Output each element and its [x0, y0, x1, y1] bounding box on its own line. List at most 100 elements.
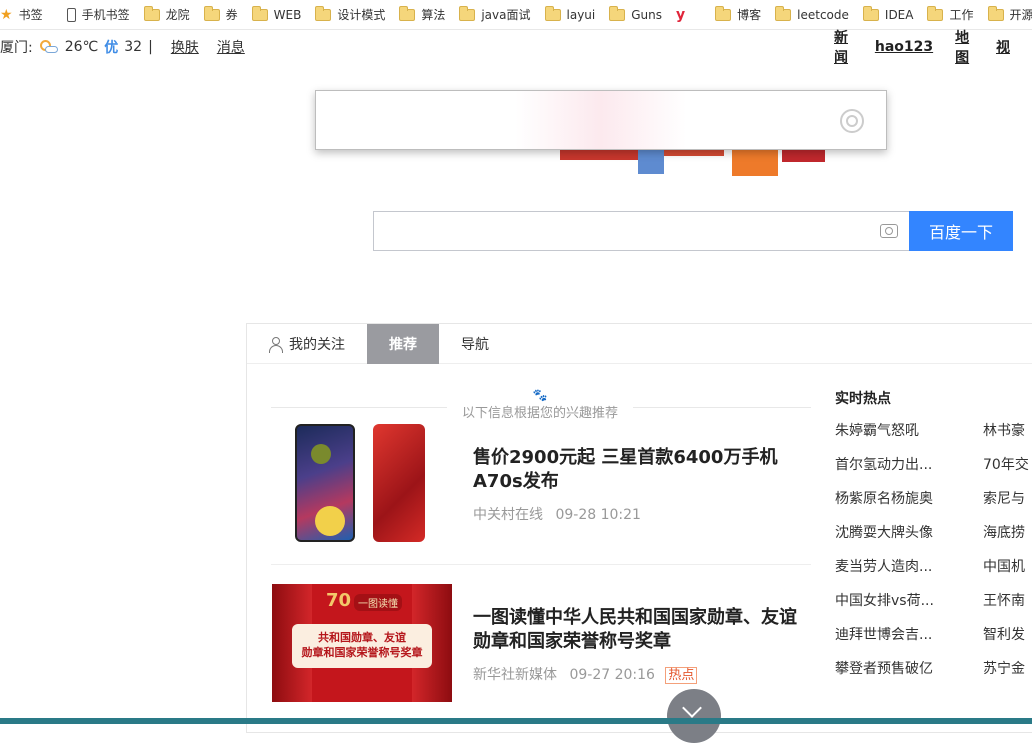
folder-icon	[715, 9, 731, 21]
hot-topic-item[interactable]: 海底捞	[983, 522, 1032, 541]
bookmark-item[interactable]: java面试	[459, 6, 530, 23]
nav-link-hao123[interactable]: hao123	[875, 39, 933, 55]
news-source: 新华社新媒体	[473, 667, 557, 683]
hot-topic-item[interactable]: 索尼与	[983, 488, 1032, 507]
image-banner: 共和国勋章、友谊 勋章和国家荣誉称号奖章	[292, 624, 432, 668]
weather-partly-cloudy-icon	[39, 39, 59, 55]
folder-icon	[252, 9, 268, 21]
hot-topic-item[interactable]: 王怀南	[983, 590, 1032, 609]
bookmark-label: 龙院	[166, 6, 190, 23]
nav-link-news[interactable]: 新闻	[834, 27, 853, 67]
camera-icon[interactable]	[880, 224, 898, 238]
hot-topic-item[interactable]: 中国机	[983, 556, 1032, 575]
search-input[interactable]	[373, 211, 910, 251]
hot-topic-item[interactable]: 林书豪	[983, 420, 1032, 439]
hot-topic-item[interactable]: 杨紫原名杨旎奥	[835, 488, 983, 507]
nav-link-video[interactable]: 视	[996, 37, 1010, 57]
bookmark-item[interactable]: y	[676, 7, 701, 23]
tab-my-follow[interactable]: 我的关注	[247, 324, 367, 364]
hot-tag: 热点	[665, 667, 697, 684]
tab-recommend[interactable]: 推荐	[367, 324, 439, 364]
bookmark-label: 券	[226, 6, 238, 23]
folder-icon	[775, 9, 791, 21]
news-time: 09-28 10:21	[555, 507, 640, 523]
bookmark-label: 工作	[949, 6, 973, 23]
search-button[interactable]: 百度一下	[909, 211, 1013, 251]
news-source: 中关村在线	[473, 507, 543, 523]
aqi-value: 32	[124, 39, 142, 55]
bookmark-item[interactable]: leetcode	[775, 8, 849, 22]
hot-topic-item[interactable]: 朱婷霸气怒吼	[835, 420, 983, 439]
hot-topic-item[interactable]: 首尔氢动力出...	[835, 454, 983, 473]
hot-topic-item[interactable]: 70年交	[983, 454, 1032, 473]
y-logo-icon: y	[676, 7, 685, 23]
hot-topic-item[interactable]: 攀登者预售破亿	[835, 658, 983, 677]
badge-tag: 一图读懂	[354, 594, 402, 611]
tab-bar: 我的关注 推荐 导航	[247, 324, 1032, 364]
bookmark-item[interactable]: 算法	[399, 6, 445, 23]
news-image[interactable]	[295, 424, 423, 542]
news-time: 09-27 20:16	[569, 667, 654, 683]
folder-icon	[988, 9, 1004, 21]
star-icon: ★	[0, 7, 13, 23]
temperature: 26℃	[65, 39, 99, 55]
anniversary-badge: 70	[326, 590, 351, 611]
folder-icon	[609, 9, 625, 21]
news-image[interactable]: 70 一图读懂 共和国勋章、友谊 勋章和国家荣誉称号奖章	[272, 584, 452, 702]
bookmark-label: 算法	[421, 6, 445, 23]
messages-link[interactable]: 消息	[217, 37, 245, 57]
bookmark-item[interactable]: 设计模式	[315, 6, 385, 23]
folder-icon	[315, 9, 331, 21]
scroll-down-button[interactable]	[667, 689, 721, 743]
top-info-bar: 厦门: 26℃ 优 32 | 换肤 消息 新闻 hao123 地图 视	[0, 30, 1032, 64]
tab-label: 我的关注	[289, 334, 345, 354]
bookmark-item[interactable]: IDEA	[863, 8, 914, 22]
news-meta: 新华社新媒体 09-27 20:16 热点	[473, 664, 697, 684]
bookmark-label: 开源项	[1010, 6, 1032, 23]
skin-link[interactable]: 换肤	[171, 37, 199, 57]
divider: |	[148, 39, 153, 55]
search-icon[interactable]	[838, 107, 868, 137]
nav-link-map[interactable]: 地图	[955, 27, 974, 67]
folder-icon	[399, 9, 415, 21]
content-panel: 我的关注 推荐 导航 🐾 以下信息根据您的兴趣推荐 售价2900元起 三星首款6…	[246, 323, 1032, 733]
bookmarks-bar: ★ 书签 手机书签 龙院 券 WEB 设计模式 算法 java面试 layui Gunsy 博客 lee…	[0, 0, 1032, 30]
suggestion-popup[interactable]	[315, 90, 887, 150]
bookmark-item[interactable]: Guns	[609, 8, 662, 22]
hot-topics: 实时热点 朱婷霸气怒吼林书豪首尔氢动力出...70年交杨紫原名杨旎奥索尼与沈腾耍…	[835, 388, 1032, 677]
hot-topic-item[interactable]: 中国女排vs荷...	[835, 590, 983, 609]
divider	[271, 564, 811, 565]
taskbar-strip	[0, 718, 1032, 724]
bookmark-label: java面试	[481, 6, 530, 23]
folder-icon	[863, 9, 879, 21]
bookmark-item[interactable]: 手机书签	[67, 6, 130, 23]
bookmark-item[interactable]: 博客	[715, 6, 761, 23]
city-label: 厦门:	[0, 37, 33, 57]
bookmark-item[interactable]: ★ 书签	[0, 6, 43, 23]
hot-topic-item[interactable]: 麦当劳人造肉...	[835, 556, 983, 575]
bookmark-label: WEB	[274, 8, 302, 22]
bookmark-item[interactable]: WEB	[252, 8, 302, 22]
tab-navigation[interactable]: 导航	[439, 324, 511, 364]
folder-icon	[204, 9, 220, 21]
news-title[interactable]: 售价2900元起 三星首款6400万手机A70s发布	[473, 446, 803, 494]
hot-topics-list: 朱婷霸气怒吼林书豪首尔氢动力出...70年交杨紫原名杨旎奥索尼与沈腾耍大牌头像海…	[835, 420, 1032, 677]
bookmark-item[interactable]: 券	[204, 6, 238, 23]
bookmark-label: Guns	[631, 8, 662, 22]
aqi-label: 优	[104, 37, 118, 57]
person-icon	[269, 337, 283, 352]
bookmark-label: 设计模式	[337, 6, 385, 23]
bookmark-label: 书签	[19, 6, 43, 23]
hot-topic-item[interactable]: 智利发	[983, 624, 1032, 643]
bookmark-item[interactable]: 工作	[927, 6, 973, 23]
bookmark-item[interactable]: 龙院	[144, 6, 190, 23]
bookmark-label: leetcode	[797, 8, 849, 22]
hot-topic-item[interactable]: 迪拜世博会吉...	[835, 624, 983, 643]
folder-icon	[545, 9, 561, 21]
news-title[interactable]: 一图读懂中华人民共和国国家勋章、友谊勋章和国家荣誉称号奖章	[473, 606, 803, 654]
bookmark-item[interactable]: 开源项	[988, 6, 1032, 23]
hot-topic-item[interactable]: 沈腾耍大牌头像	[835, 522, 983, 541]
news-meta: 中关村在线 09-28 10:21	[473, 504, 641, 524]
hot-topic-item[interactable]: 苏宁金	[983, 658, 1032, 677]
bookmark-item[interactable]: layui	[545, 8, 596, 22]
